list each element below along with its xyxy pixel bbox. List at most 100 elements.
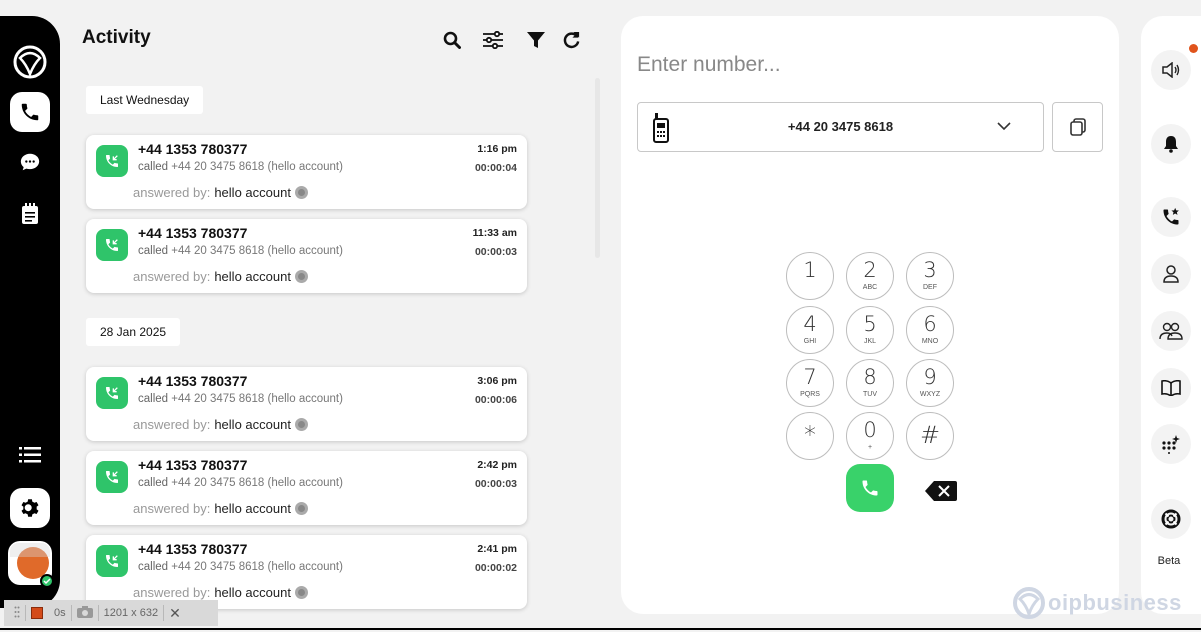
search-button[interactable] [441,29,463,51]
app-logo-icon[interactable] [10,42,50,82]
incoming-call-icon [96,145,128,177]
backspace-icon [925,481,957,501]
online-status-icon [40,574,54,588]
date-label: 28 Jan 2025 [86,318,181,346]
adjust-button[interactable] [482,29,504,51]
left-navigation-rail [0,16,60,608]
scrollbar[interactable] [595,78,600,258]
phone-star-icon [1163,207,1179,225]
help-button[interactable] [1151,499,1191,539]
capture-dimensions: 1201 x 632 [103,607,159,619]
copy-icon [1069,118,1086,136]
browser-icon [294,502,308,515]
lifebuoy-icon [1161,509,1181,529]
keypad-key-7[interactable]: 7 PQRS [786,359,834,407]
users-icon [1159,322,1183,340]
phone-icon [862,480,878,496]
keypad-key-3[interactable]: 3 DEF [906,252,954,300]
incoming-call-icon [96,229,128,261]
keypad-key-6[interactable]: 6 MNO [906,306,954,354]
favourite-call-button[interactable] [1151,197,1191,237]
watermark-text: oipbusiness [1048,590,1182,615]
drag-handle-icon[interactable] [14,606,20,621]
keypad-key-8[interactable]: 8 TUV [846,359,894,407]
speaker-button[interactable] [1151,50,1191,90]
book-icon [1161,380,1181,396]
bell-icon [1164,136,1178,153]
call-duration: 00:00:02 [474,562,517,574]
caller-number: +44 1353 780377 [138,225,248,241]
keypad-key-5[interactable]: 5 JKL [846,306,894,354]
list-nav-button[interactable] [10,435,50,475]
recorder-toolbar: 0s 1201 x 632 ✕ [4,600,218,626]
refresh-icon [563,31,579,48]
user-icon [1163,265,1179,283]
call-time: 2:42 pm [477,459,517,471]
dialpad-sparkle-icon [1162,435,1180,454]
settings-nav-button[interactable] [10,488,50,528]
phone-icon [21,103,39,121]
refresh-button[interactable] [560,29,582,51]
copy-button[interactable] [1052,102,1103,152]
gear-icon [21,499,39,517]
answered-by: answered by: hello account [133,269,308,284]
caller-number: +44 1353 780377 [138,541,248,557]
notification-dot [1189,44,1198,53]
chevron-down-icon [997,122,1011,131]
notepad-icon [22,203,38,224]
call-duration: 00:00:03 [474,246,517,258]
backspace-button[interactable] [925,481,957,501]
call-list-item[interactable]: +44 1353 780377 called +44 20 3475 8618 … [86,219,527,293]
caller-id-number: +44 20 3475 8618 [787,119,894,134]
incoming-call-icon [96,461,128,493]
call-list-item[interactable]: +44 1353 780377 called +44 20 3475 8618 … [86,451,527,525]
call-button[interactable] [846,464,894,512]
beta-label: Beta [1157,555,1181,567]
call-time: 3:06 pm [477,375,517,387]
contacts-group-button[interactable] [1151,311,1191,351]
keypad-key-2[interactable]: 2 ABC [846,252,894,300]
keypad-key-hash[interactable]: # [906,412,954,460]
incoming-call-icon [96,377,128,409]
elapsed-time: 0s [54,607,66,619]
keypad-key-star[interactable]: * [786,412,834,460]
call-duration: 00:00:04 [474,162,517,174]
filter-button[interactable] [525,29,547,51]
called-line: called +44 20 3475 8618 (hello account) [138,561,343,573]
dialpad-sparkle-button[interactable] [1151,424,1191,464]
answered-by: answered by: hello account [133,585,308,600]
caller-id-select[interactable]: +44 20 3475 8618 [637,102,1044,152]
browser-icon [294,270,308,283]
phone-nav-button[interactable] [10,92,50,132]
keypad-key-9[interactable]: 9 WXYZ [906,359,954,407]
close-icon[interactable]: ✕ [169,605,181,622]
bottom-divider [0,628,1201,630]
notifications-button[interactable] [1151,124,1191,164]
keypad-key-4[interactable]: 4 GHI [786,306,834,354]
number-input[interactable] [637,50,1097,80]
chat-nav-button[interactable] [10,142,50,182]
directory-button[interactable] [1151,368,1191,408]
called-line: called +44 20 3475 8618 (hello account) [138,477,343,489]
call-list-item[interactable]: +44 1353 780377 called +44 20 3475 8618 … [86,535,527,609]
stop-record-button[interactable] [31,607,43,619]
chat-icon [20,153,40,171]
contact-button[interactable] [1151,254,1191,294]
search-icon [443,31,461,49]
browser-icon [294,418,308,431]
browser-icon [294,586,308,599]
call-list-item[interactable]: +44 1353 780377 called +44 20 3475 8618 … [86,135,527,209]
keypad-key-1[interactable]: 1 [786,252,834,300]
called-line: called +44 20 3475 8618 (hello account) [138,393,343,405]
page-title: Activity [82,27,151,48]
camera-icon[interactable] [76,605,93,621]
caller-number: +44 1353 780377 [138,457,248,473]
call-list-item[interactable]: +44 1353 780377 called +44 20 3475 8618 … [86,367,527,441]
notes-nav-button[interactable] [10,194,50,234]
call-time: 2:41 pm [477,543,517,555]
list-icon [19,447,41,463]
caller-number: +44 1353 780377 [138,373,248,389]
activity-panel: Activity Last Wednesday 28 Jan 2025 +44 … [60,0,605,632]
keypad-key-0[interactable]: 0 + [846,412,894,460]
sliders-icon [483,31,503,49]
